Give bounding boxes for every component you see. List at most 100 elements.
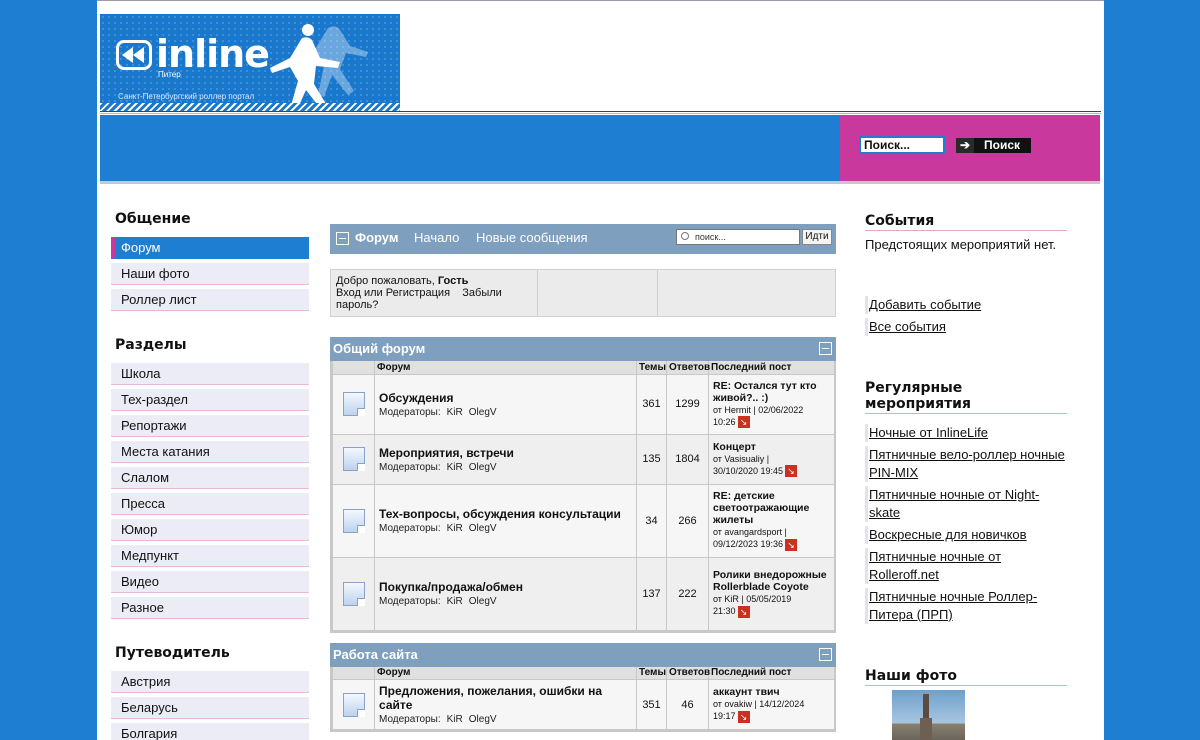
sidebar-item-humor[interactable]: Юмор: [111, 519, 309, 541]
mod-link[interactable]: OlegV: [469, 462, 497, 473]
mod-link[interactable]: OlegV: [469, 714, 497, 725]
go-to-post-icon[interactable]: ↘: [737, 605, 750, 618]
mod-link[interactable]: KiR: [447, 596, 463, 607]
regular-event-link[interactable]: Ночные от InlineLife: [865, 424, 1067, 442]
last-post-time: 30/10/2020 19:45: [713, 465, 784, 476]
forum-category: Работа сайта Форум Темы Ответов Последни…: [330, 642, 836, 732]
sidebar-item-bulgaria[interactable]: Болгария: [111, 723, 309, 740]
regular-event-link[interactable]: Пятничные вело-роллер ночные PIN-MIX: [865, 446, 1067, 482]
last-post-cell: Ролики внедорожные Rollerblade Coyote от…: [708, 556, 835, 631]
forum-category: Общий форум Форум Темы Ответов Последний…: [330, 337, 836, 633]
moderators: Модераторы: KiR OlegV: [379, 523, 632, 534]
mod-label: Модераторы:: [379, 714, 441, 725]
header-search-button[interactable]: ➔ Поиск: [956, 138, 1031, 153]
sidebar-item-misc[interactable]: Разное: [111, 597, 309, 619]
register-link[interactable]: Регистрация: [386, 287, 450, 299]
collapse-icon[interactable]: [819, 342, 832, 355]
sidebar-item-reports[interactable]: Репортажи: [111, 415, 309, 437]
rewind-logo-icon: [116, 40, 152, 70]
mod-link[interactable]: KiR: [447, 714, 463, 725]
forum-title[interactable]: Предложения, пожелания, ошибки на сайте: [379, 684, 632, 712]
mod-link[interactable]: KiR: [447, 523, 463, 534]
collapse-icon[interactable]: [336, 232, 349, 245]
col-forum: Форум: [374, 666, 637, 680]
go-to-post-icon[interactable]: ↘: [737, 710, 750, 723]
header-search-input[interactable]: Поиск...: [859, 136, 945, 154]
last-post-title[interactable]: RE: детские светоотражающие жилеты: [713, 490, 830, 526]
sidebar-item-austria[interactable]: Австрия: [111, 671, 309, 693]
last-post-author: от avangardsport |: [713, 527, 787, 538]
go-to-post-icon[interactable]: ↘: [785, 538, 798, 551]
sidebar-item-video[interactable]: Видео: [111, 571, 309, 593]
forum-title[interactable]: Мероприятия, встречи: [379, 446, 632, 460]
regular-event-link[interactable]: Пятничные ночные от Rolleroff.net: [865, 548, 1067, 584]
regular-event-link[interactable]: Пятничные ночные Роллер-Питера (ПРП): [865, 588, 1067, 624]
col-last-post: Последний пост: [708, 666, 835, 680]
forum-nav-forum[interactable]: Форум: [355, 230, 398, 245]
welcome-divider: [537, 270, 538, 316]
header-search-button-label: Поиск: [984, 138, 1021, 152]
category-title[interactable]: Работа сайта: [333, 647, 418, 662]
sidebar-item-slalom[interactable]: Слалом: [111, 467, 309, 489]
forum-nav-home[interactable]: Начало: [414, 230, 459, 245]
col-icon: [332, 361, 375, 374]
regular-event-link[interactable]: Пятничные ночные от Night-skate: [865, 486, 1067, 522]
all-events-link[interactable]: Все события: [865, 318, 1067, 336]
col-forum: Форум: [374, 361, 637, 374]
replies-count: 222: [666, 556, 709, 631]
sidebar-item-school[interactable]: Школа: [111, 363, 309, 385]
go-to-post-icon[interactable]: ↘: [737, 416, 750, 429]
login-link[interactable]: Вход: [336, 287, 361, 299]
events-title: События: [865, 213, 1067, 231]
photo-thumbnail[interactable]: [892, 690, 965, 740]
last-post-title[interactable]: Концерт: [713, 441, 830, 453]
sidebar-item-medical[interactable]: Медпункт: [111, 545, 309, 567]
replies-count: 46: [666, 679, 709, 730]
go-to-post-icon[interactable]: ↘: [785, 465, 798, 478]
forum-cell: Покупка/продажа/обмен Модераторы: KiR Oleg…: [374, 556, 637, 631]
mod-link[interactable]: OlegV: [469, 407, 497, 418]
col-topics: Темы: [636, 666, 667, 680]
mod-link[interactable]: OlegV: [469, 596, 497, 607]
topics-count: 351: [636, 679, 667, 730]
sidebar-item-forum[interactable]: Форум: [111, 237, 309, 259]
last-post-cell: RE: Остался тут кто живой?.. :) от Hermi…: [708, 373, 835, 435]
forum-folder-icon: [342, 692, 365, 717]
forum-title[interactable]: Тех-вопросы, обсуждения консультации: [379, 507, 632, 521]
last-post-title[interactable]: Ролики внедорожные Rollerblade Coyote: [713, 569, 830, 593]
add-event-link[interactable]: Добавить событие: [865, 296, 1067, 314]
col-topics: Темы: [636, 361, 667, 374]
sidebar-item-tech[interactable]: Тех-раздел: [111, 389, 309, 411]
regular-event-link[interactable]: Воскресные для новичков: [865, 526, 1067, 544]
col-replies: Ответов: [666, 361, 710, 374]
events-empty-text: Предстоящих мероприятий нет.: [865, 237, 1057, 252]
forum-search-input[interactable]: поиск...: [676, 229, 800, 245]
replies-count: 1804: [666, 433, 709, 485]
last-post-title[interactable]: RE: Остался тут кто живой?.. :): [713, 380, 830, 404]
last-post-title[interactable]: аккаунт твич: [713, 686, 830, 698]
forum-cell: Обсуждения Модераторы: KiR OlegV: [374, 373, 637, 435]
mod-link[interactable]: KiR: [447, 407, 463, 418]
forum-title[interactable]: Обсуждения: [379, 391, 632, 405]
site-logo[interactable]: inline Питер Санкт-Петербургский роллер …: [100, 14, 400, 111]
sidebar-item-spots[interactable]: Места катания: [111, 441, 309, 463]
last-post-time: 19:17: [713, 711, 736, 722]
sidebar-item-roller-list[interactable]: Роллер лист: [111, 289, 309, 311]
header-divider-2: [100, 113, 1101, 114]
collapse-icon[interactable]: [819, 647, 832, 661]
sidebar-item-our-photos[interactable]: Наши фото: [111, 263, 309, 285]
logo-stripes: [100, 103, 400, 111]
forum-nav-new-posts[interactable]: Новые сообщения: [476, 230, 588, 245]
forum-search-button[interactable]: Идти: [802, 229, 832, 245]
sidebar-item-press[interactable]: Пресса: [111, 493, 309, 515]
table-header-row: Форум Темы Ответов Последний пост: [332, 666, 835, 680]
sidebar-item-belarus[interactable]: Беларусь: [111, 697, 309, 719]
forum-main: Форум Начало Новые сообщения поиск... Ид…: [330, 224, 836, 732]
forum-title[interactable]: Покупка/продажа/обмен: [379, 580, 632, 594]
mod-link[interactable]: KiR: [447, 462, 463, 473]
regular-events-title: Регулярные мероприятия: [865, 380, 1067, 414]
last-post-author: от Vasisualiy |: [713, 453, 770, 464]
category-title[interactable]: Общий форум: [333, 341, 425, 356]
mod-link[interactable]: OlegV: [469, 523, 497, 534]
table-row: Мероприятия, встречи Модераторы: KiR OlegV…: [332, 433, 835, 485]
